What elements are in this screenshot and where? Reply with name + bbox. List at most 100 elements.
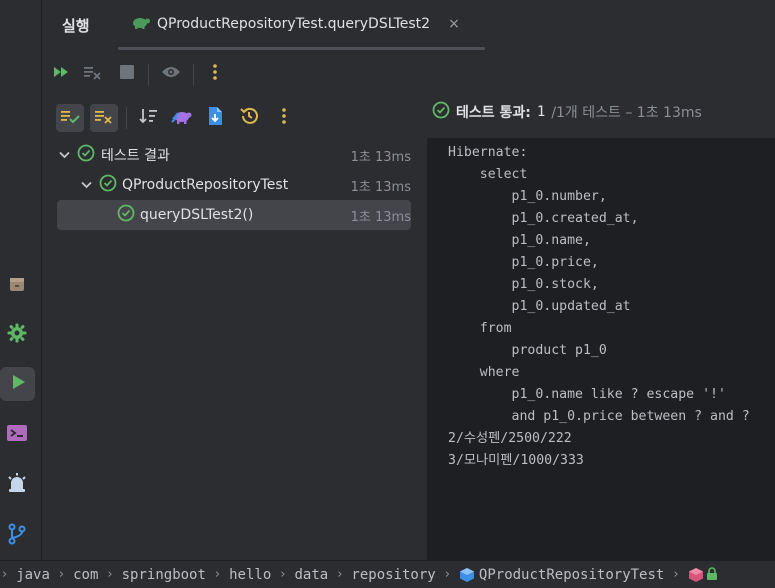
run-tool-button[interactable] — [0, 367, 35, 401]
tab-label: QProductRepositoryTest.queryDSLTest2 — [157, 16, 431, 32]
rerun-failed-button[interactable] — [83, 64, 103, 84]
breadcrumb-separator: › — [280, 567, 286, 582]
console-line: from — [448, 321, 512, 336]
list-cross-icon — [83, 64, 103, 84]
more-options-button[interactable] — [270, 104, 298, 132]
junit-turtle-icon — [131, 14, 151, 34]
test-results-toolbar — [43, 98, 427, 138]
gear-icon — [6, 322, 28, 348]
services-tool-button[interactable] — [0, 269, 34, 303]
breadcrumb-item[interactable]: repository — [351, 567, 435, 583]
tree-row-test-class[interactable]: QProductRepositoryTest 1초 13ms — [57, 170, 411, 200]
tree-row-duration: 1초 13ms — [350, 179, 411, 195]
chevron-down-icon[interactable] — [79, 179, 93, 192]
play-icon — [9, 373, 27, 395]
breadcrumb-item[interactable]: springboot — [122, 567, 206, 583]
breadcrumb-separator: › — [337, 567, 343, 582]
file-export-icon — [207, 106, 223, 130]
sort-button[interactable] — [135, 104, 163, 132]
tool-window-strip — [0, 0, 42, 560]
breadcrumb-item[interactable]: com — [73, 567, 98, 583]
export-results-button[interactable] — [201, 104, 229, 132]
git-branch-icon — [7, 523, 27, 549]
breadcrumb-separator: › — [673, 567, 679, 582]
test-results-tree: 테스트 결과 1초 13ms QProductRepositoryTest 1초… — [43, 140, 427, 560]
class-cube-icon — [459, 567, 475, 583]
console-line: p1_0.stock, — [448, 277, 599, 292]
console-line: p1_0.number, — [448, 189, 607, 204]
toolbar-separator — [148, 64, 149, 86]
import-tests-button[interactable] — [168, 104, 196, 132]
breadcrumb-separator: › — [444, 567, 450, 582]
console-line: 2/수성펜/2500/222 — [448, 431, 572, 446]
show-ignored-toggle[interactable] — [90, 104, 118, 132]
tree-row-duration: 1초 13ms — [350, 149, 411, 165]
status-total-duration: /1개 테스트 – 1초 13ms — [551, 105, 702, 121]
method-icon — [688, 566, 718, 583]
console-line: where — [448, 365, 520, 380]
vertical-dots-icon — [282, 108, 286, 128]
list-cross-icon — [94, 108, 114, 128]
turtle-arrow-icon — [171, 107, 193, 129]
status-passed-count: 1 — [536, 104, 546, 120]
console-line: Hibernate: — [448, 145, 528, 160]
settings-tool-button[interactable] — [0, 318, 34, 352]
tree-row-label: QProductRepositoryTest — [122, 177, 289, 193]
stop-button[interactable] — [117, 64, 137, 84]
console-line: p1_0.updated_at — [448, 299, 631, 314]
console-line: and p1_0.price between ? and ? — [448, 409, 750, 424]
toolbar-separator — [193, 64, 194, 86]
console-line: 3/모나미펜/1000/333 — [448, 453, 584, 468]
tree-row-label: 테스트 결과 — [101, 148, 170, 164]
breadcrumb-separator: › — [214, 567, 221, 582]
chevron-down-icon[interactable] — [57, 149, 71, 162]
tree-row-test-method[interactable]: queryDSLTest2() 1초 13ms — [57, 200, 411, 230]
git-tool-button[interactable] — [0, 519, 34, 553]
run-toolbar — [43, 54, 775, 96]
show-passed-toggle[interactable] — [56, 104, 84, 132]
breadcrumb-separator: › — [2, 567, 8, 582]
console-lines: Hibernate: select p1_0.number, p1_0.crea… — [448, 142, 750, 472]
vertical-dots-icon — [213, 64, 217, 84]
tab-run-configuration[interactable]: QProductRepositoryTest.queryDSLTest2 × — [131, 14, 460, 34]
stop-icon — [120, 65, 134, 83]
console-line: p1_0.name like ? escape '!' — [448, 387, 726, 402]
more-options-button[interactable] — [205, 64, 225, 84]
console-line: p1_0.name, — [448, 233, 591, 248]
navigation-breadcrumb: › java › com › springboot › hello › data… — [0, 560, 775, 588]
breadcrumb-item[interactable]: java — [16, 567, 50, 583]
tree-row-duration: 1초 13ms — [350, 209, 411, 225]
alarm-tool-button[interactable] — [0, 468, 34, 502]
tab-active-indicator — [118, 47, 485, 50]
lock-icon — [706, 566, 717, 580]
console-line: select — [448, 167, 528, 182]
check-circle-icon — [432, 101, 450, 123]
console-line: p1_0.created_at, — [448, 211, 639, 226]
terminal-icon — [6, 423, 28, 447]
check-circle-icon — [77, 144, 95, 166]
siren-icon — [6, 472, 28, 498]
console-line: product p1_0 — [448, 343, 607, 358]
run-window-header: 실행 QProductRepositoryTest.queryDSLTest2 … — [43, 0, 775, 52]
breadcrumb-item[interactable]: hello — [229, 567, 271, 583]
breadcrumb-item[interactable]: data — [294, 567, 328, 583]
console-line: p1_0.price, — [448, 255, 599, 270]
double-play-icon — [53, 66, 69, 82]
tree-row-test-results[interactable]: 테스트 결과 1초 13ms — [57, 140, 411, 170]
check-circle-icon — [99, 174, 117, 196]
eye-icon — [161, 65, 181, 83]
terminal-tool-button[interactable] — [0, 418, 34, 452]
test-status-summary: 테스트 통과: 1 /1개 테스트 – 1초 13ms — [432, 101, 702, 123]
status-passed-label: 테스트 통과: — [456, 105, 531, 121]
rerun-button[interactable] — [51, 64, 71, 84]
test-history-button[interactable] — [235, 104, 263, 132]
breadcrumb-item[interactable]: QProductRepositoryTest — [479, 567, 664, 583]
sort-icon — [139, 108, 159, 128]
run-window-title: 실행 — [62, 17, 90, 35]
console-output[interactable]: Hibernate: select p1_0.number, p1_0.crea… — [427, 138, 775, 560]
check-circle-icon — [117, 204, 135, 226]
show-passed-button[interactable] — [161, 64, 181, 84]
close-icon[interactable]: × — [448, 16, 460, 32]
box-icon — [7, 274, 27, 298]
toolbar-separator — [126, 107, 127, 129]
